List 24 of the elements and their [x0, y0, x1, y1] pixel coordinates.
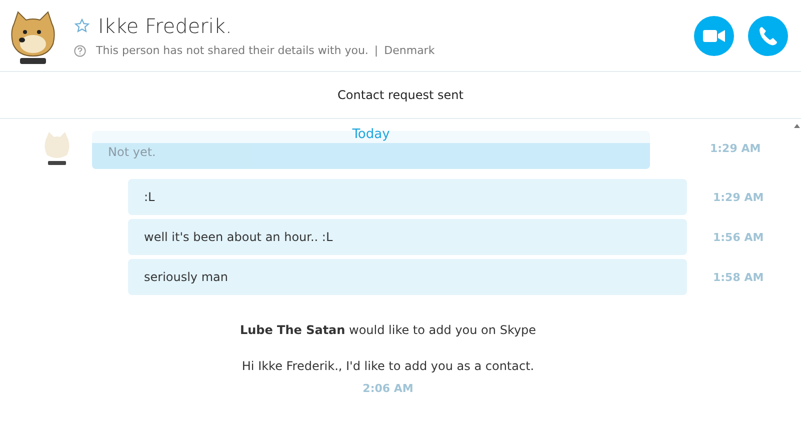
video-camera-icon — [703, 28, 725, 42]
message-time: 1:29 AM — [713, 190, 764, 204]
help-icon[interactable] — [74, 44, 86, 56]
details-text: This person has not shared their details with you. — [96, 44, 368, 57]
request-time: 2:06 AM — [362, 382, 414, 395]
message-bubble: seriously man — [128, 259, 687, 295]
dog-avatar-icon — [42, 131, 72, 167]
request-status-text: Contact request sent — [338, 88, 464, 102]
star-icon[interactable] — [74, 18, 90, 34]
request-message: Hi Ikke Frederik., I'd like to add you as a contact. — [242, 359, 534, 373]
message-bubble: well it's been about an hour.. :L — [128, 219, 687, 255]
contact-name: Ikke Frederik. — [98, 14, 232, 38]
add-request-text: Lube The Satan would like to add you on Skype — [240, 323, 536, 337]
scroll-up-arrow-icon[interactable] — [794, 124, 800, 128]
dog-avatar-icon — [8, 10, 58, 66]
voice-call-button[interactable] — [748, 16, 788, 56]
location-text: Denmark — [384, 44, 435, 57]
separator-text: | — [374, 44, 378, 57]
message-time: 1:29 AM — [710, 142, 761, 155]
message-time: 1:58 AM — [713, 270, 764, 284]
message-bubble: :L — [128, 179, 687, 215]
video-call-button[interactable] — [694, 16, 734, 56]
message-time: 1:56 AM — [713, 230, 764, 244]
phone-icon — [758, 26, 778, 46]
